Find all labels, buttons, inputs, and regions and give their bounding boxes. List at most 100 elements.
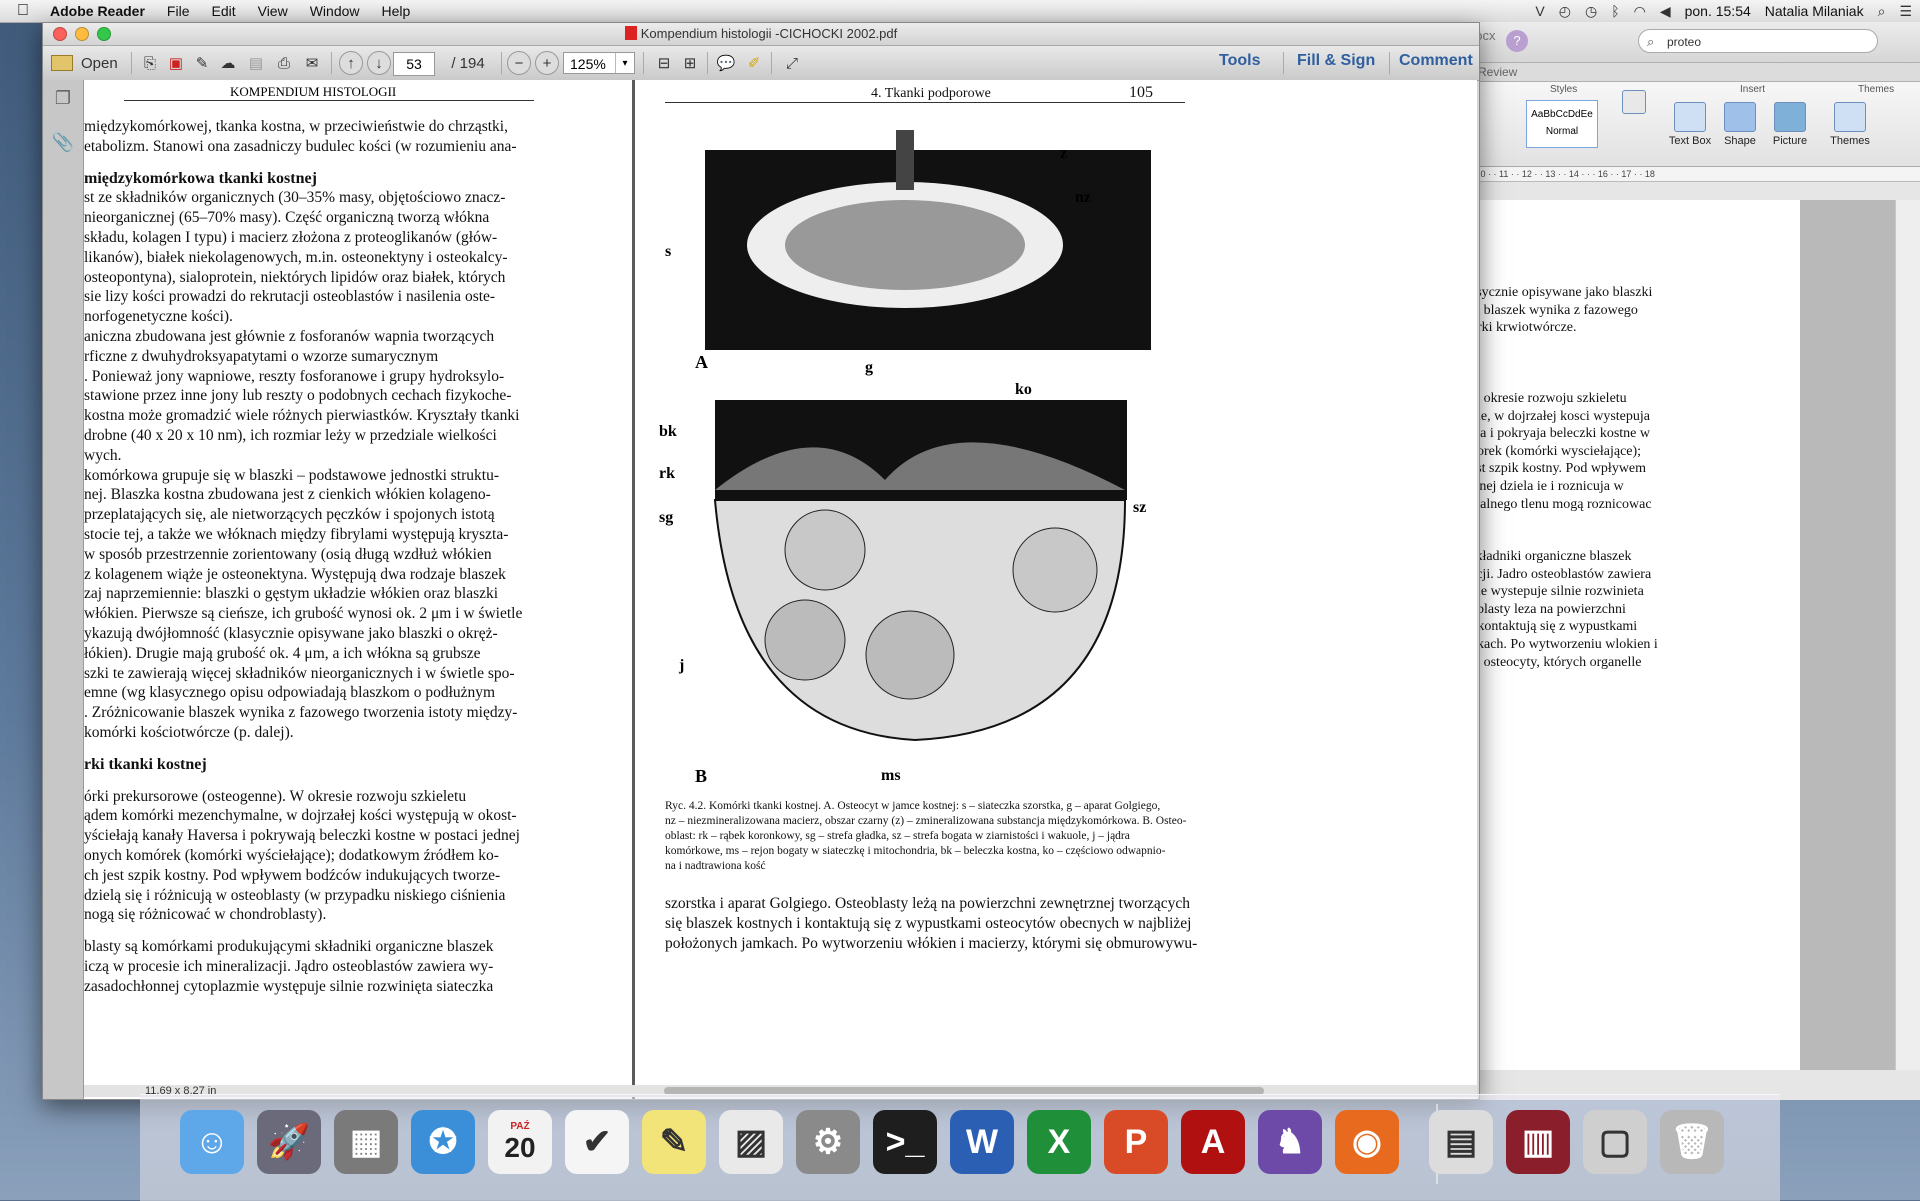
zoom-in-button[interactable]: + — [535, 51, 559, 75]
dock-powerpoint-icon[interactable]: P — [1104, 1110, 1168, 1174]
calendar-month: PAŹ — [510, 1120, 530, 1132]
page-number-input[interactable]: 53 — [393, 52, 435, 76]
dock-preview-icon[interactable]: ▨ — [719, 1110, 783, 1174]
page-thumbnails-icon[interactable]: ❐ — [51, 88, 75, 112]
upload-button[interactable]: ☁ — [217, 52, 239, 74]
word-paragraph-3: składniki organiczne blaszek acji. Jadro… — [1470, 548, 1788, 671]
dock-launchpad-icon[interactable]: 🚀 — [257, 1110, 321, 1174]
menu-clock[interactable]: pon. 15:54 — [1685, 3, 1751, 19]
left-page-line: międzykomórkowa tkanki kostnej — [84, 169, 317, 187]
word-line: ie blaszek wynika z fazowego — [1470, 302, 1638, 318]
print-button[interactable]: ⎙ — [273, 52, 295, 74]
menu-edit[interactable]: Edit — [211, 3, 235, 19]
dock-safari-icon[interactable]: ✪ — [411, 1110, 475, 1174]
dock-calendar-icon[interactable]: PAŹ 20 — [488, 1110, 552, 1174]
email-button[interactable]: ✉ — [301, 52, 323, 74]
picture-button[interactable]: Picture — [1766, 102, 1814, 147]
highlight-button[interactable]: ✐ — [743, 52, 765, 74]
fit-page-button[interactable]: ⊟ — [653, 52, 675, 74]
wifi-icon[interactable]: ◠ — [1634, 3, 1646, 20]
document-view[interactable]: KOMPENDIUM HISTOLOGII międzykomórkowej, … — [84, 80, 1477, 1099]
menu-view[interactable]: View — [258, 3, 288, 19]
figure-label: sg — [659, 509, 673, 526]
themes-button[interactable]: Themes — [1826, 102, 1874, 147]
styles-pane-button[interactable] — [1610, 90, 1658, 117]
header-rule — [124, 100, 534, 101]
clock-icon[interactable]: ◷ — [1585, 3, 1597, 20]
tab-fill-sign[interactable]: Fill & Sign — [1297, 52, 1375, 70]
figure-b-nucleus — [764, 599, 846, 681]
dock-reminders-icon[interactable]: ✔ — [565, 1110, 629, 1174]
chevron-down-icon: ▾ — [615, 53, 634, 73]
previous-page-button[interactable]: ↑ — [339, 51, 363, 75]
word-document-page[interactable]: asycznie opisywane jako blaszki ie blasz… — [1470, 200, 1800, 1070]
dock-book-icon[interactable]: ▥ — [1506, 1110, 1570, 1174]
create-pdf-button[interactable]: ⎘ — [139, 52, 161, 74]
attachments-icon[interactable]: 📎 — [51, 132, 75, 156]
dock-stickies-icon[interactable]: ✎ — [642, 1110, 706, 1174]
help-icon[interactable]: ? — [1506, 30, 1528, 52]
zoom-out-button[interactable]: − — [507, 51, 531, 75]
word-vertical-scrollbar[interactable] — [1895, 200, 1920, 1070]
word-search-input[interactable]: ⌕ proteo — [1638, 29, 1878, 53]
minus-icon: − — [507, 51, 531, 75]
dock-word-icon[interactable]: W — [950, 1110, 1014, 1174]
figure-label: bk — [659, 423, 677, 440]
dock-windows-icon[interactable]: ▢ — [1583, 1110, 1647, 1174]
edit-pdf-button[interactable]: ✎ — [191, 52, 213, 74]
save-button[interactable]: ▤ — [245, 52, 267, 74]
shape-button[interactable]: Shape — [1716, 102, 1764, 147]
create-pdf-icon: ⎘ — [143, 54, 156, 72]
fit-width-button[interactable]: ⊞ — [679, 52, 701, 74]
menu-window[interactable]: Window — [310, 3, 360, 19]
running-header-right: 4. Tkanki podporowe — [871, 86, 991, 101]
menu-user[interactable]: Natalia Milaniak — [1765, 3, 1864, 19]
tab-tools[interactable]: Tools — [1219, 52, 1260, 70]
toolbar-separator — [771, 52, 772, 74]
dock-firefox-icon[interactable]: ◉ — [1335, 1110, 1399, 1174]
notification-center-icon[interactable]: ☰ — [1899, 3, 1912, 20]
dock-photo-browser-icon[interactable]: ▦ — [334, 1110, 398, 1174]
menu-help[interactable]: Help — [382, 3, 411, 19]
spotlight-icon[interactable]: ⌕ — [1878, 3, 1886, 20]
bluetooth-icon[interactable]: ᛒ — [1611, 3, 1619, 19]
menu-bar:  Adobe Reader File Edit View Window Hel… — [0, 0, 1920, 23]
menu-file[interactable]: File — [167, 3, 190, 19]
dock-finder-icon[interactable]: ☺ — [180, 1110, 244, 1174]
time-machine-icon[interactable]: ◴ — [1559, 3, 1571, 20]
dock-documents-icon[interactable]: ▤ — [1429, 1110, 1493, 1174]
zoom-select[interactable]: 125% ▾ — [563, 52, 635, 74]
ribbon-tab-review[interactable]: Review — [1470, 63, 1920, 82]
dock-trash-icon[interactable]: 🗑 — [1660, 1110, 1724, 1174]
style-normal-button[interactable]: AaBbCcDdEe Normal — [1526, 100, 1598, 148]
picture-label: Picture — [1772, 135, 1808, 147]
adobe-reader-window: Kompendium histologii -CICHOCKI 2002.pdf… — [42, 22, 1480, 1100]
figure-b-osteoblast: ko bk rk sg sz j B ms — [659, 381, 1146, 786]
read-mode-button[interactable]: ⤢ — [781, 52, 803, 74]
left-page-line: . Ponieważ jony wapniowe, reszty fosfora… — [84, 367, 505, 385]
dock-excel-icon[interactable]: X — [1027, 1110, 1091, 1174]
left-page-line: ykazują dwójłomność (klasycznie opisywan… — [84, 625, 498, 642]
arrow-up-icon: ↑ — [339, 51, 363, 75]
volume-icon[interactable]: ◀ — [1660, 3, 1671, 20]
toolbar-separator — [131, 52, 132, 74]
dock-adobe-reader-icon[interactable]: A — [1181, 1110, 1245, 1174]
apple-menu-icon[interactable]:  — [14, 2, 32, 20]
tab-comment[interactable]: Comment — [1399, 52, 1473, 70]
dock-github-icon[interactable]: ♞ — [1258, 1110, 1322, 1174]
vpn-icon[interactable]: V — [1535, 3, 1544, 19]
left-page-line: sie lizy kości prowadzi do rekrutacji os… — [84, 288, 496, 306]
word-line: rsa i pokryaja beleczki kostne w — [1470, 426, 1650, 442]
next-page-button[interactable]: ↓ — [367, 51, 391, 75]
word-line: asycznie opisywane jako blaszki — [1470, 285, 1653, 300]
export-pdf-button[interactable]: ▣ — [165, 52, 187, 74]
dock-system-preferences-icon[interactable]: ⚙ — [796, 1110, 860, 1174]
open-button[interactable]: Open — [51, 52, 121, 74]
menu-app-name[interactable]: Adobe Reader — [50, 3, 145, 19]
text-box-button[interactable]: Text Box — [1666, 102, 1714, 147]
add-comment-button[interactable]: 💬 — [715, 52, 737, 74]
figure-b-nucleus — [865, 610, 955, 700]
toolbar-separator — [1389, 52, 1390, 74]
dock-terminal-icon[interactable]: >_ — [873, 1110, 937, 1174]
left-page-line: etabolizm. Stanowi ona zasadniczy budule… — [84, 137, 517, 155]
